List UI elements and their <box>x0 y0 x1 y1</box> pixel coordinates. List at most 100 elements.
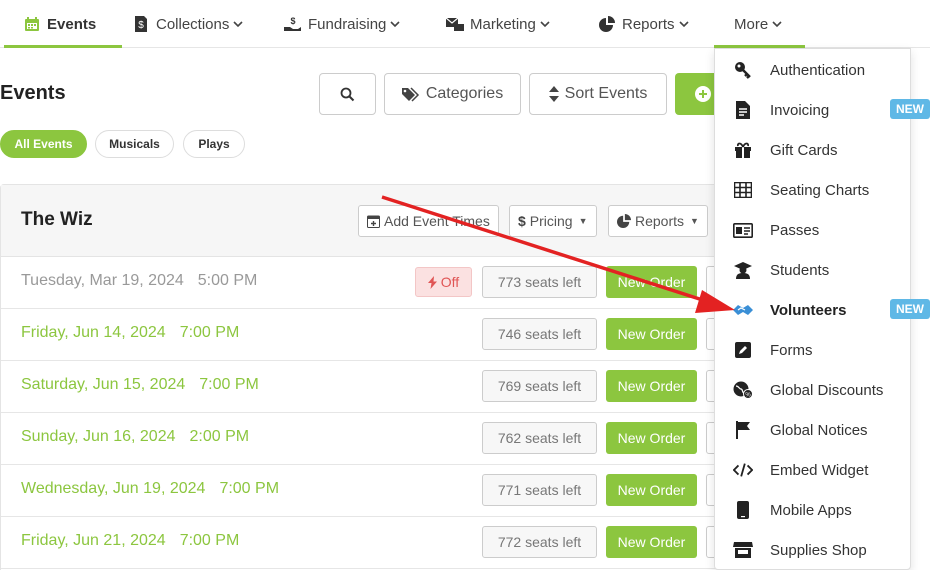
sort-events-button[interactable]: Sort Events <box>529 73 667 115</box>
seats-left-badge: 769 seats left <box>482 370 597 402</box>
new-order-button[interactable]: New Order <box>606 474 697 506</box>
seats-left-badge: 771 seats left <box>482 474 597 506</box>
new-order-button[interactable]: New Order <box>606 422 697 454</box>
caret-down-icon: ▼ <box>578 216 588 226</box>
menu-item-label: Authentication <box>770 62 866 79</box>
seats-left-badge: 762 seats left <box>482 422 597 454</box>
new-badge-volunteers: NEW <box>890 299 930 319</box>
donate-icon: $ <box>284 15 302 33</box>
event-time-row[interactable]: Saturday, Jun 15, 2024 7:00 PM 769 seats … <box>1 361 731 413</box>
gift-icon <box>733 140 753 160</box>
event-time-row[interactable]: Friday, Jun 21, 2024 7:00 PM 772 seats le… <box>1 517 731 569</box>
nav-collections-label: Collections <box>156 15 230 33</box>
nav-active-underline <box>4 45 122 48</box>
event-reports-button[interactable]: Reports ▼ <box>608 205 708 237</box>
menu-item-global-notices[interactable]: Global Notices <box>715 410 912 450</box>
table-grid-icon <box>733 180 753 200</box>
menu-item-mobile-apps[interactable]: Mobile Apps <box>715 490 912 530</box>
nav-more[interactable]: More <box>734 0 782 48</box>
nav-events[interactable]: Events <box>23 0 96 48</box>
calendar-icon <box>23 15 41 33</box>
store-icon <box>733 540 753 560</box>
nav-reports[interactable]: Reports <box>598 0 689 48</box>
menu-item-embed-widget[interactable]: Embed Widget <box>715 450 912 490</box>
nav-more-label: More <box>734 15 769 33</box>
page-title: Events <box>0 82 66 104</box>
filter-all-events[interactable]: All Events <box>0 130 87 158</box>
filter-musicals[interactable]: Musicals <box>95 130 174 158</box>
menu-item-forms[interactable]: Forms <box>715 330 912 370</box>
event-time-row[interactable]: Tuesday, Mar 19, 2024 5:00 PM Off 773 sea… <box>1 257 731 309</box>
menu-item-gift-cards[interactable]: Gift Cards <box>715 130 912 170</box>
nav-fundraising-label: Fundraising <box>308 15 387 33</box>
event-date-text: Wednesday, Jun 19, 2024 <box>21 480 206 497</box>
nav-fundraising[interactable]: $ Fundraising <box>284 0 400 48</box>
search-button[interactable] <box>319 73 376 115</box>
event-time-text: 5:00 PM <box>197 272 258 289</box>
menu-item-supplies-shop[interactable]: Supplies Shop <box>715 530 912 570</box>
menu-item-label: Gift Cards <box>770 142 838 159</box>
tags-icon <box>401 86 420 102</box>
event-time-row[interactable]: Friday, Jun 14, 2024 7:00 PM 746 seats le… <box>1 309 731 361</box>
event-date-text: Tuesday, Mar 19, 2024 <box>21 272 184 289</box>
menu-item-label: Mobile Apps <box>770 502 852 519</box>
menu-item-passes[interactable]: Passes <box>715 210 912 250</box>
event-reports-label: Reports <box>635 213 685 229</box>
mail-bullhorn-icon <box>446 15 464 33</box>
menu-item-label: Invoicing <box>770 102 830 119</box>
event-time-row[interactable]: Wednesday, Jun 19, 2024 7:00 PM 771 seats… <box>1 465 731 517</box>
menu-item-volunteers[interactable]: Volunteers <box>715 290 912 330</box>
menu-item-seating-charts[interactable]: Seating Charts <box>715 170 912 210</box>
id-card-icon <box>733 220 753 240</box>
sales-off-badge[interactable]: Off <box>415 267 472 297</box>
menu-item-invoicing[interactable]: Invoicing <box>715 90 912 130</box>
dollar-icon: $ <box>518 213 526 229</box>
menu-item-label: Passes <box>770 222 820 239</box>
menu-item-label: Supplies Shop <box>770 542 867 559</box>
search-icon <box>340 87 355 102</box>
sort-icon <box>548 86 559 102</box>
nav-reports-label: Reports <box>622 15 675 33</box>
pricing-label: Pricing <box>529 213 573 229</box>
key-icon <box>733 60 753 80</box>
menu-item-authentication[interactable]: Authentication <box>715 50 912 90</box>
plus-circle-icon <box>695 86 711 107</box>
calendar-plus-icon <box>367 214 380 228</box>
menu-item-global-discounts[interactable]: % Global Discounts <box>715 370 912 410</box>
new-order-button[interactable]: New Order <box>606 266 697 298</box>
add-event-times-button[interactable]: Add Event Times <box>358 205 499 237</box>
nav-collections[interactable]: $ Collections <box>132 0 243 48</box>
menu-item-label: Students <box>770 262 830 279</box>
svg-text:$: $ <box>290 16 295 26</box>
more-dropdown-menu: Authentication Invoicing Gift Cards Seat… <box>714 48 911 570</box>
categories-label: Categories <box>425 85 504 102</box>
nav-marketing[interactable]: Marketing <box>446 0 550 48</box>
receipt-icon: $ <box>132 15 150 33</box>
event-date: Sunday, Jun 16, 2024 2:00 PM <box>21 428 249 446</box>
event-time-row[interactable]: Sunday, Jun 16, 2024 2:00 PM 762 seats le… <box>1 413 731 465</box>
event-time-text: 2:00 PM <box>189 428 250 445</box>
pie-chart-icon <box>617 214 631 228</box>
nav-marketing-label: Marketing <box>470 15 536 33</box>
seats-left-badge: 746 seats left <box>482 318 597 350</box>
event-date: Friday, Jun 21, 2024 7:00 PM <box>21 532 239 550</box>
chevron-down-icon <box>233 20 243 28</box>
event-card: The Wiz Add Event Times $ Pricing ▼ Repo… <box>0 184 731 570</box>
menu-item-label: Volunteers <box>770 302 847 319</box>
chevron-down-icon <box>540 20 550 28</box>
categories-button[interactable]: Categories <box>384 73 521 115</box>
chevron-down-icon <box>772 20 782 28</box>
filter-plays[interactable]: Plays <box>183 130 245 158</box>
menu-item-label: Global Notices <box>770 422 868 439</box>
mobile-icon <box>733 500 753 520</box>
new-order-button[interactable]: New Order <box>606 526 697 558</box>
menu-item-students[interactable]: Students <box>715 250 912 290</box>
svg-text:%: % <box>745 393 751 399</box>
new-order-button[interactable]: New Order <box>606 370 697 402</box>
new-order-button[interactable]: New Order <box>606 318 697 350</box>
invoice-icon <box>733 100 753 120</box>
pricing-button[interactable]: $ Pricing ▼ <box>509 205 597 237</box>
event-date-text: Saturday, Jun 15, 2024 <box>21 376 186 393</box>
event-time-text: 7:00 PM <box>179 324 240 341</box>
edit-form-icon <box>733 340 753 360</box>
